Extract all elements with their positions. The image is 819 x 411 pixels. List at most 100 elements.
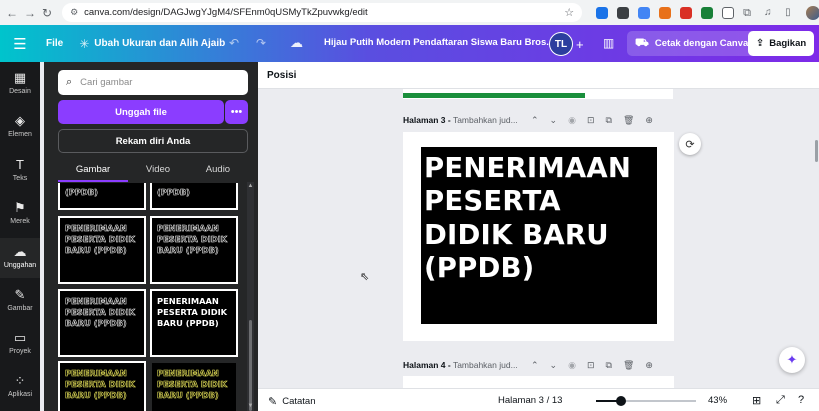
more-options-button[interactable]: ••• [225, 100, 248, 124]
file-menu[interactable]: File [46, 38, 63, 49]
canvas-scrollbar[interactable] [812, 89, 819, 388]
title-box[interactable]: PENERIMAAN PESERTA DIDIK BARU (PPDB) [421, 147, 657, 324]
rail-item-projects[interactable]: ▭ Proyek [0, 330, 40, 364]
chevron-up-icon[interactable]: ⌃ [531, 115, 539, 126]
page-title-text[interactable]: PENERIMAAN PESERTA DIDIK BARU (PPDB) [424, 152, 654, 285]
apps-icon: ⁘ [14, 373, 26, 388]
profile-avatar[interactable] [806, 5, 819, 20]
magic-assistant-icon[interactable]: ✦ [779, 347, 805, 373]
share-button[interactable]: ⇪ Bagikan [748, 31, 814, 56]
analytics-icon[interactable]: ▥ [603, 36, 614, 50]
panel-scroll-thumb[interactable] [249, 320, 252, 411]
add-collaborator-icon[interactable]: + [576, 37, 584, 52]
page-indicator[interactable]: Halaman 3 / 13 [498, 395, 562, 406]
upload-thumbnail[interactable]: PENERIMAAN PESERTA DIDIK BARU (PPDB) [58, 289, 146, 357]
media-icon[interactable]: ♫ [764, 7, 776, 19]
cloud-saved-icon[interactable]: ☁ [290, 35, 303, 51]
address-bar[interactable]: ⚙ canva.com/design/DAGJwgYJgM4/SFEnm0qUS… [62, 3, 583, 22]
scroll-down-icon[interactable]: ▼ [247, 403, 254, 409]
page-3-canvas[interactable]: PENERIMAAN PESERTA DIDIK BARU (PPDB) [403, 132, 674, 341]
page-4-title[interactable]: Halaman 4 - Tambahkan jud... [403, 360, 518, 370]
upload-thumbnail[interactable]: PENERIMAAN PESERTA DIDIK BARU (PPDB) [150, 361, 238, 411]
upload-thumbnail[interactable]: (PPDB) [58, 183, 146, 210]
back-icon[interactable]: ← [6, 5, 18, 21]
tab-video[interactable]: Video [146, 162, 170, 182]
delete-icon[interactable]: 🗑 [623, 115, 634, 126]
redo-icon[interactable]: ↷ [256, 36, 266, 50]
rail-item-brand[interactable]: ⚑ Merek [0, 200, 40, 234]
extension-icon-6[interactable] [701, 6, 714, 19]
rail-item-uploads[interactable]: ☁ Unggahan [0, 238, 40, 278]
duplicate-icon[interactable]: ⧉ [606, 360, 612, 371]
zoom-level[interactable]: 43% [708, 395, 727, 406]
chevron-down-icon[interactable]: ⌄ [550, 115, 558, 126]
zoom-slider-handle[interactable] [616, 396, 626, 406]
resize-button[interactable]: ✳ Ubah Ukuran dan Alih Ajaib [79, 37, 225, 51]
refresh-icon[interactable]: ⟳ [679, 133, 701, 155]
bookmark-star-icon[interactable]: ☆ [564, 6, 574, 19]
record-yourself-button[interactable]: Rekam diri Anda [58, 129, 248, 153]
grid-view-icon[interactable]: ⊞ [752, 394, 761, 407]
extension-icon-4[interactable] [659, 6, 672, 19]
page-3-title[interactable]: Halaman 3 - Tambahkan jud... [403, 115, 518, 125]
site-settings-icon[interactable]: ⚙ [70, 7, 78, 18]
sidebar-icon[interactable]: ▯ [785, 7, 797, 19]
extension-icon-3[interactable] [638, 6, 651, 19]
tab-images[interactable]: Gambar [76, 162, 110, 182]
search-placeholder: Cari gambar [80, 77, 133, 88]
truck-icon: ⛟ [635, 36, 649, 49]
extension-icon-5[interactable] [680, 6, 693, 19]
extension-icon-1[interactable] [596, 6, 609, 19]
sparkle-icon: ✳ [79, 36, 90, 51]
thumbnail-text: PENERIMAAN PESERTA DIDIK BARU (PPDB) [157, 223, 228, 256]
canvas-scroll-thumb[interactable] [815, 140, 818, 162]
page-3-add-title[interactable]: Tambahkan jud... [453, 115, 518, 125]
delete-icon[interactable]: 🗑 [623, 360, 634, 371]
notes-icon: ✎ [268, 396, 278, 408]
undo-icon[interactable]: ↶ [229, 36, 239, 50]
upload-thumbnail[interactable]: (PPDB) [150, 183, 238, 210]
document-title[interactable]: Hijau Putih Modern Pendaftaran Siswa Bar… [324, 37, 554, 48]
notes-button[interactable]: ✎ Catatan [268, 395, 316, 408]
help-icon[interactable]: ? [798, 394, 804, 406]
upload-thumbnail[interactable]: PENERIMAAN PESERTA DIDIK BARU (PPDB) [150, 216, 238, 284]
puzzle-icon[interactable]: ⧉ [743, 7, 755, 19]
cloud-upload-icon: ☁ [13, 244, 27, 259]
upload-thumbnail[interactable]: PENERIMAAN PESERTA DIDIK BARU (PPDB) [58, 361, 146, 411]
hide-icon[interactable]: ◉ [568, 115, 576, 126]
duplicate-icon[interactable]: ⧉ [606, 115, 612, 126]
lock-icon[interactable]: ⊡ [587, 115, 595, 126]
folder-icon: ▭ [13, 330, 27, 345]
position-button[interactable]: Posisi [267, 70, 296, 81]
hide-icon[interactable]: ◉ [568, 360, 576, 371]
upload-thumbnail[interactable]: PENERIMAAN PESERTA DIDIK BARU (PPDB) [150, 289, 238, 357]
add-page-icon[interactable]: ⊕ [645, 360, 653, 371]
media-tabs: Gambar Video Audio [58, 162, 248, 182]
rail-item-elements[interactable]: ◈ Elemen [0, 113, 40, 147]
search-input[interactable]: ⌕ Cari gambar [58, 70, 248, 95]
menu-icon[interactable]: ☰ [0, 35, 40, 53]
user-avatar[interactable]: TL [549, 32, 573, 56]
extension-icon-7[interactable] [722, 6, 735, 19]
rail-label: Merek [10, 218, 30, 225]
chevron-down-icon[interactable]: ⌄ [550, 360, 558, 371]
upload-file-button[interactable]: Unggah file [58, 100, 224, 124]
next-page-preview[interactable] [403, 376, 674, 388]
scroll-up-icon[interactable]: ▲ [247, 183, 254, 189]
lock-icon[interactable]: ⊡ [587, 360, 595, 371]
fullscreen-icon[interactable]: ⤢ [776, 394, 785, 407]
chevron-up-icon[interactable]: ⌃ [531, 360, 539, 371]
print-with-canva-button[interactable]: ⛟ Cetak dengan Canva [627, 31, 757, 56]
upload-thumbnail[interactable]: PENERIMAAN PESERTA DIDIK BARU (PPDB) [58, 216, 146, 284]
rail-item-apps[interactable]: ⁘ Aplikasi [0, 373, 40, 407]
add-page-icon[interactable]: ⊕ [645, 115, 653, 126]
rail-item-design[interactable]: ▦ Desain [0, 70, 40, 104]
reload-icon[interactable]: ↻ [42, 5, 52, 21]
rail-label: Aplikasi [7, 391, 33, 398]
tab-audio[interactable]: Audio [206, 162, 230, 182]
rail-item-text[interactable]: T Teks [0, 157, 40, 191]
rail-item-draw[interactable]: ✎ Gambar [0, 287, 40, 321]
page-4-add-title[interactable]: Tambahkan jud... [453, 360, 518, 370]
forward-icon[interactable]: → [24, 5, 36, 21]
extension-icon-2[interactable] [617, 6, 630, 19]
